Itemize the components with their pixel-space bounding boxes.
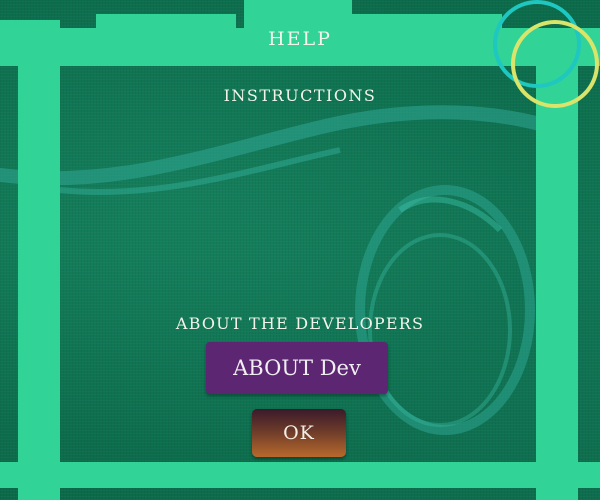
about-dev-button[interactable]: ABOUT Dev — [206, 342, 388, 394]
help-title: HELP — [268, 28, 332, 50]
about-developers-heading: ABOUT THE DEVELOPERS — [175, 314, 425, 333]
instructions-link[interactable]: INSTRUCTIONS — [150, 86, 450, 105]
ok-button[interactable]: OK — [252, 409, 346, 457]
